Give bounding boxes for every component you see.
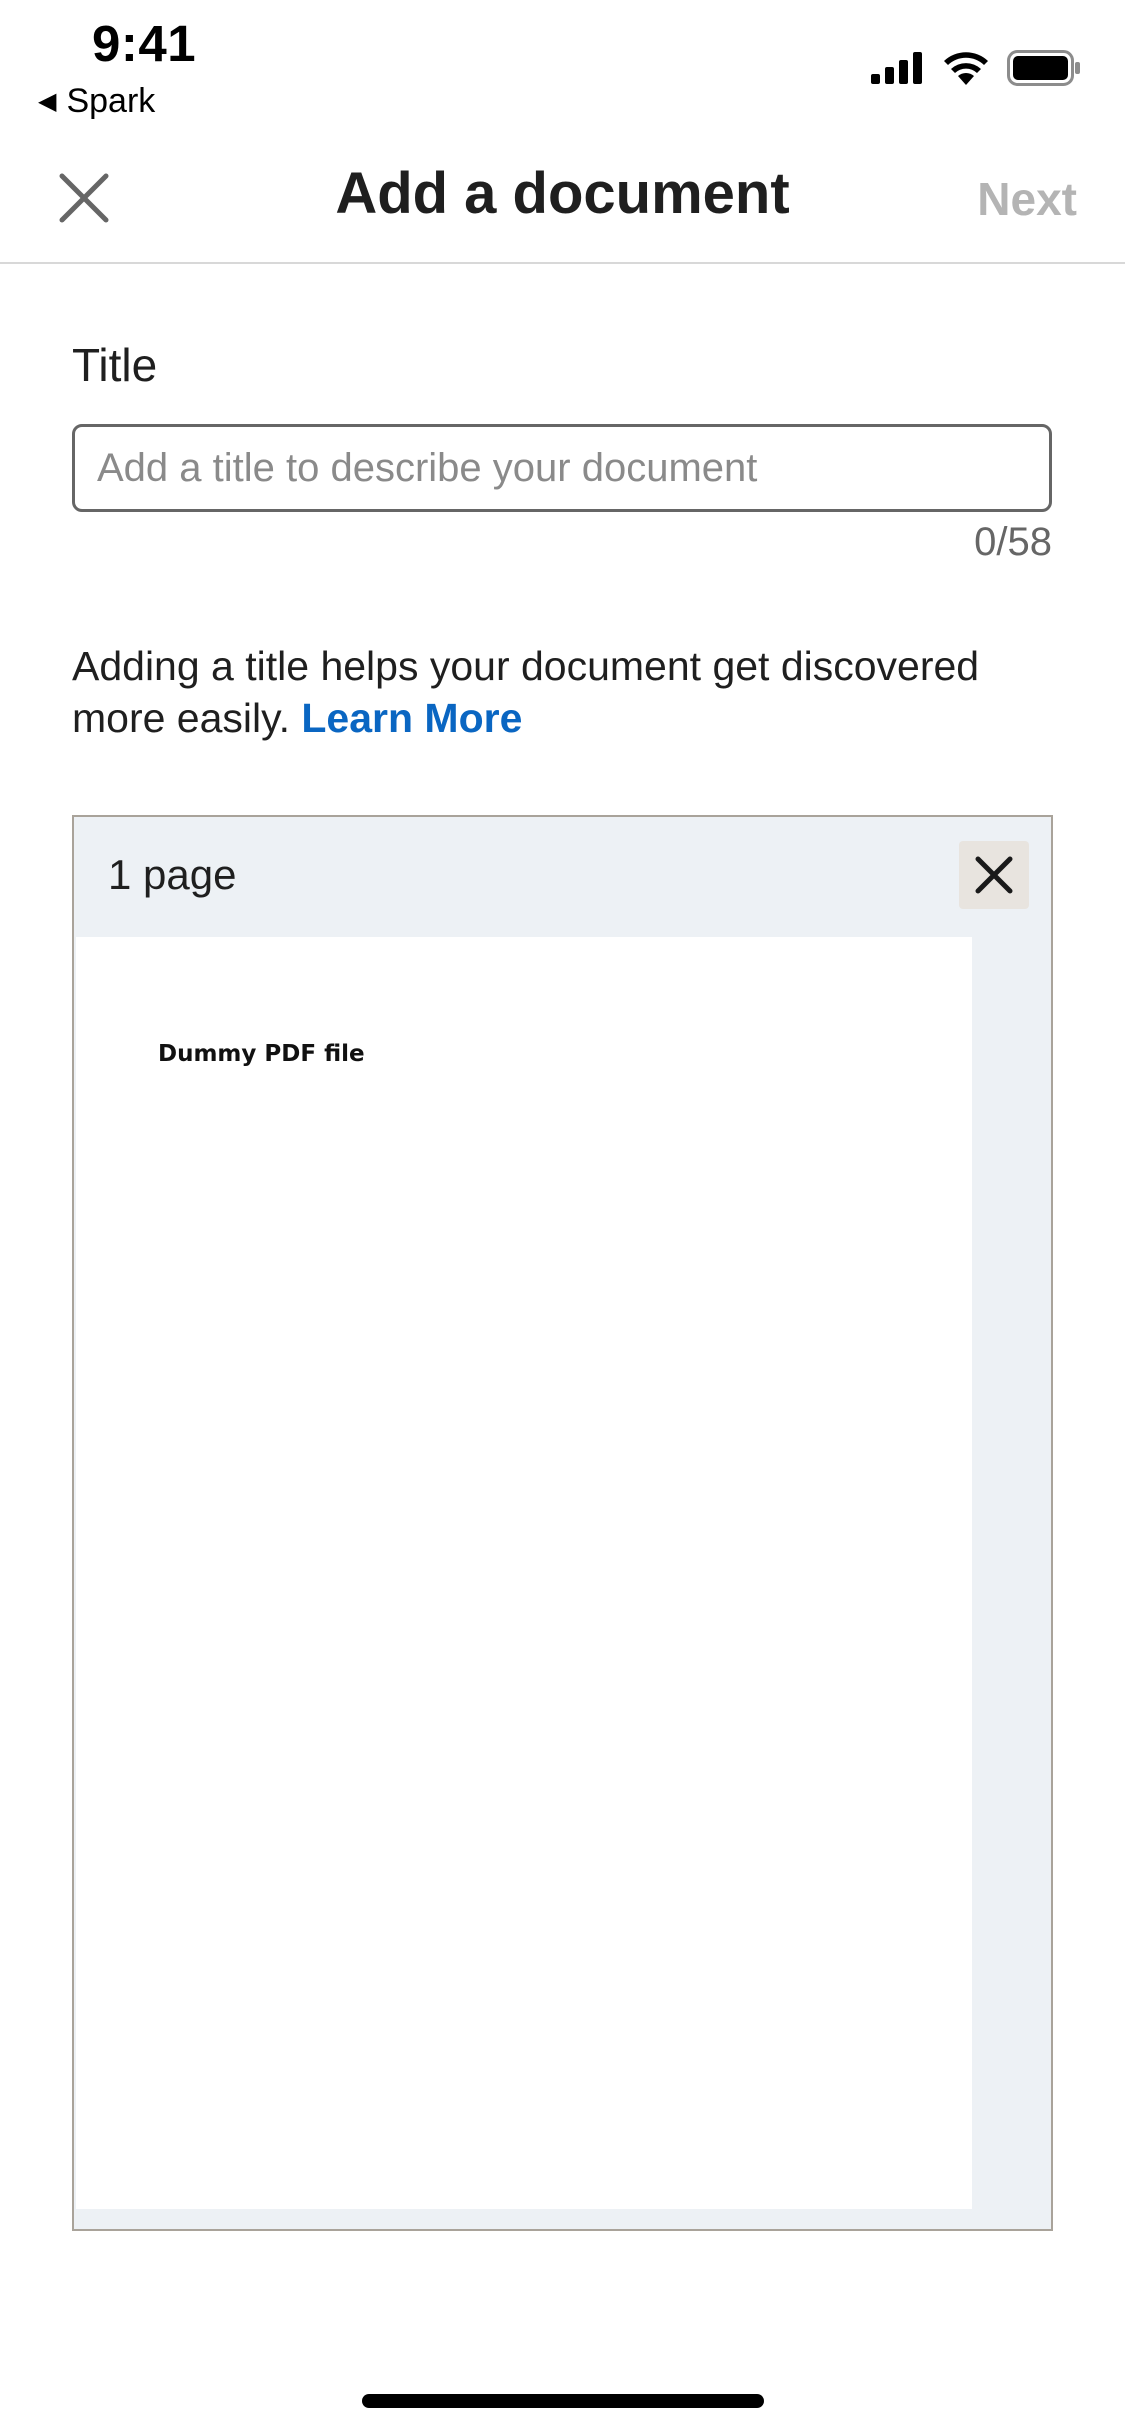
helper-text-body: Adding a title helps your document get d… xyxy=(72,643,980,741)
nav-bar: Add a document Next xyxy=(0,130,1125,264)
cellular-signal-icon xyxy=(871,52,922,84)
page-count: 1 page xyxy=(108,851,237,898)
home-indicator[interactable] xyxy=(362,2394,764,2408)
helper-text: Adding a title helps your document get d… xyxy=(72,640,1072,744)
next-button[interactable]: Next xyxy=(977,172,1077,226)
wifi-icon xyxy=(944,52,988,85)
title-input[interactable] xyxy=(72,424,1052,512)
back-to-app-link[interactable]: ◀ Spark xyxy=(38,82,155,121)
remove-document-button[interactable] xyxy=(959,841,1029,909)
document-page-heading: Dummy PDF file xyxy=(158,1041,365,1067)
status-indicators xyxy=(871,50,1081,86)
document-page-thumbnail[interactable]: Dummy PDF file xyxy=(76,937,972,2209)
character-counter: 0/58 xyxy=(974,520,1052,564)
page-title: Add a document xyxy=(335,161,790,226)
back-app-label: Spark xyxy=(66,82,156,120)
learn-more-link[interactable]: Learn More xyxy=(301,695,522,741)
document-card-header: 1 page xyxy=(74,817,1051,935)
back-triangle-icon: ◀ xyxy=(38,88,57,115)
battery-icon xyxy=(1007,50,1080,86)
status-time: 9:41 xyxy=(92,15,197,72)
title-label: Title xyxy=(72,339,158,391)
close-icon xyxy=(975,856,1013,894)
status-bar: 9:41 ◀ Spark xyxy=(0,0,1125,130)
document-preview-card: 1 page Dummy PDF file xyxy=(72,815,1053,2231)
